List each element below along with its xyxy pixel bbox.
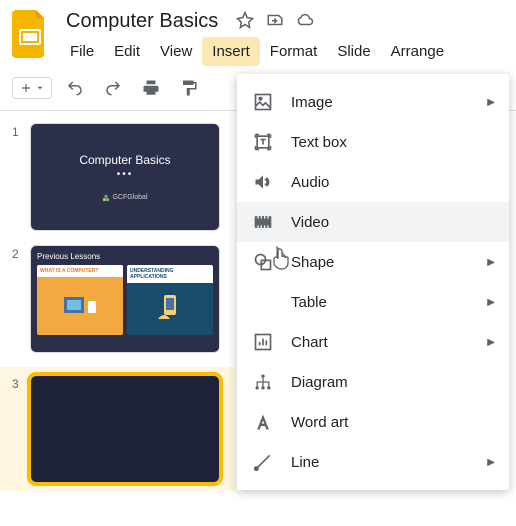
menu-file[interactable]: File xyxy=(60,37,104,66)
insert-image-label: Image xyxy=(291,94,333,111)
menu-edit[interactable]: Edit xyxy=(104,37,150,66)
insert-chart[interactable]: Chart ▶ xyxy=(237,322,509,362)
redo-button[interactable] xyxy=(98,74,128,102)
insert-dropdown: Image ▶ Text box Audio Video Shape ▶ Tab… xyxy=(237,74,509,490)
insert-video[interactable]: Video xyxy=(237,202,509,242)
menu-view[interactable]: View xyxy=(150,37,202,66)
undo-button[interactable] xyxy=(60,74,90,102)
slide-thumbnail-3[interactable] xyxy=(30,375,220,483)
menu-insert[interactable]: Insert xyxy=(202,37,260,66)
slide1-title: Computer Basics xyxy=(79,153,170,167)
insert-audio-label: Audio xyxy=(291,174,329,191)
slide-number: 2 xyxy=(12,245,22,353)
cloud-status-icon[interactable] xyxy=(296,11,314,32)
insert-diagram[interactable]: Diagram xyxy=(237,362,509,402)
slides-logo[interactable] xyxy=(12,10,48,58)
submenu-arrow-icon: ▶ xyxy=(487,97,495,108)
insert-table-label: Table xyxy=(291,294,327,311)
thumbnail-row: 1 Computer Basics ••• GCFGlobal xyxy=(12,123,235,231)
insert-chart-label: Chart xyxy=(291,334,328,351)
lesson-card: WHAT IS A COMPUTER? xyxy=(37,265,123,335)
diagram-icon xyxy=(253,372,273,392)
submenu-arrow-icon: ▶ xyxy=(487,297,495,308)
menu-arrange[interactable]: Arrange xyxy=(381,37,454,66)
slide-number: 1 xyxy=(12,123,22,231)
cursor-pointer-icon xyxy=(268,245,290,267)
slide-number: 3 xyxy=(12,375,22,483)
menu-format[interactable]: Format xyxy=(260,37,328,66)
submenu-arrow-icon: ▶ xyxy=(487,257,495,268)
audio-icon xyxy=(253,172,273,192)
insert-image[interactable]: Image ▶ xyxy=(237,82,509,122)
star-icon[interactable] xyxy=(236,11,254,32)
insert-wordart[interactable]: Word art xyxy=(237,402,509,442)
slide-thumbnails: 1 Computer Basics ••• GCFGlobal 2 Previo… xyxy=(0,111,235,491)
slide-thumbnail-1[interactable]: Computer Basics ••• GCFGlobal xyxy=(30,123,220,231)
move-icon[interactable] xyxy=(266,11,284,32)
insert-table[interactable]: Table ▶ xyxy=(237,282,509,322)
wordart-icon xyxy=(253,412,273,432)
slide1-dots: ••• xyxy=(117,169,134,180)
line-icon xyxy=(253,452,273,472)
app-header: Computer Basics File Edit View Insert Fo… xyxy=(0,0,516,66)
insert-audio[interactable]: Audio xyxy=(237,162,509,202)
textbox-icon xyxy=(253,132,273,152)
menu-slide[interactable]: Slide xyxy=(327,37,380,66)
slide-thumbnail-2[interactable]: Previous Lessons WHAT IS A COMPUTER? UND… xyxy=(30,245,220,353)
new-slide-button[interactable] xyxy=(12,77,52,99)
insert-line-label: Line xyxy=(291,454,319,471)
image-icon xyxy=(253,92,273,112)
thumbnail-row: 2 Previous Lessons WHAT IS A COMPUTER? U… xyxy=(12,245,235,353)
insert-line[interactable]: Line ▶ xyxy=(237,442,509,482)
slide1-logo: GCFGlobal xyxy=(102,194,147,202)
document-title[interactable]: Computer Basics xyxy=(60,8,224,35)
video-icon xyxy=(253,212,273,232)
insert-shape-label: Shape xyxy=(291,254,334,271)
thumbnail-row: 3 xyxy=(0,367,235,491)
submenu-arrow-icon: ▶ xyxy=(487,337,495,348)
slide2-title: Previous Lessons xyxy=(37,252,213,261)
chart-icon xyxy=(253,332,273,352)
print-button[interactable] xyxy=(136,74,166,102)
insert-textbox[interactable]: Text box xyxy=(237,122,509,162)
paint-format-button[interactable] xyxy=(174,74,204,102)
insert-textbox-label: Text box xyxy=(291,134,347,151)
insert-wordart-label: Word art xyxy=(291,414,348,431)
lesson-card: UNDERSTANDING APPLICATIONS xyxy=(127,265,213,335)
insert-video-label: Video xyxy=(291,214,329,231)
submenu-arrow-icon: ▶ xyxy=(487,457,495,468)
menubar: File Edit View Insert Format Slide Arran… xyxy=(60,37,504,66)
insert-diagram-label: Diagram xyxy=(291,374,348,391)
table-icon xyxy=(253,292,273,312)
